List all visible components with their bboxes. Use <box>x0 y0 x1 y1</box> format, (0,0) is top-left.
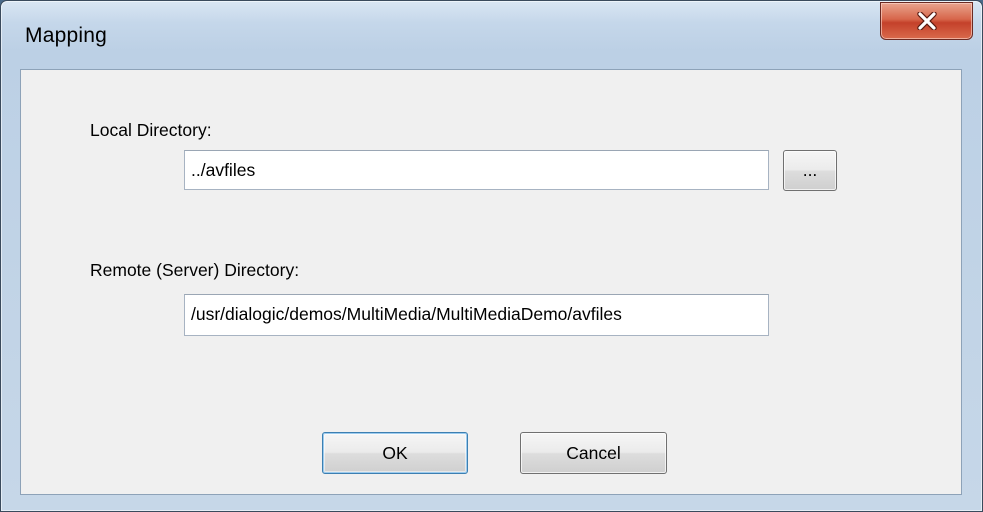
remote-directory-label: Remote (Server) Directory: <box>90 260 300 280</box>
local-directory-label: Local Directory: <box>90 120 212 140</box>
dialog-title: Mapping <box>25 24 107 47</box>
close-button[interactable] <box>880 2 973 40</box>
remote-directory-input[interactable]: /usr/dialogic/demos/MultiMedia/MultiMedi… <box>184 294 769 336</box>
browse-button[interactable]: ... <box>783 150 837 191</box>
title-bar[interactable]: Mapping <box>1 1 982 71</box>
cancel-button[interactable]: Cancel <box>520 432 667 474</box>
dialog-client-area: Local Directory: ../avfiles ... Remote (… <box>20 69 962 495</box>
close-icon <box>916 12 938 30</box>
mapping-dialog: Mapping Local Directory: ../avfiles ... … <box>0 0 983 512</box>
local-directory-input[interactable]: ../avfiles <box>184 150 769 190</box>
ok-button[interactable]: OK <box>322 432 468 474</box>
